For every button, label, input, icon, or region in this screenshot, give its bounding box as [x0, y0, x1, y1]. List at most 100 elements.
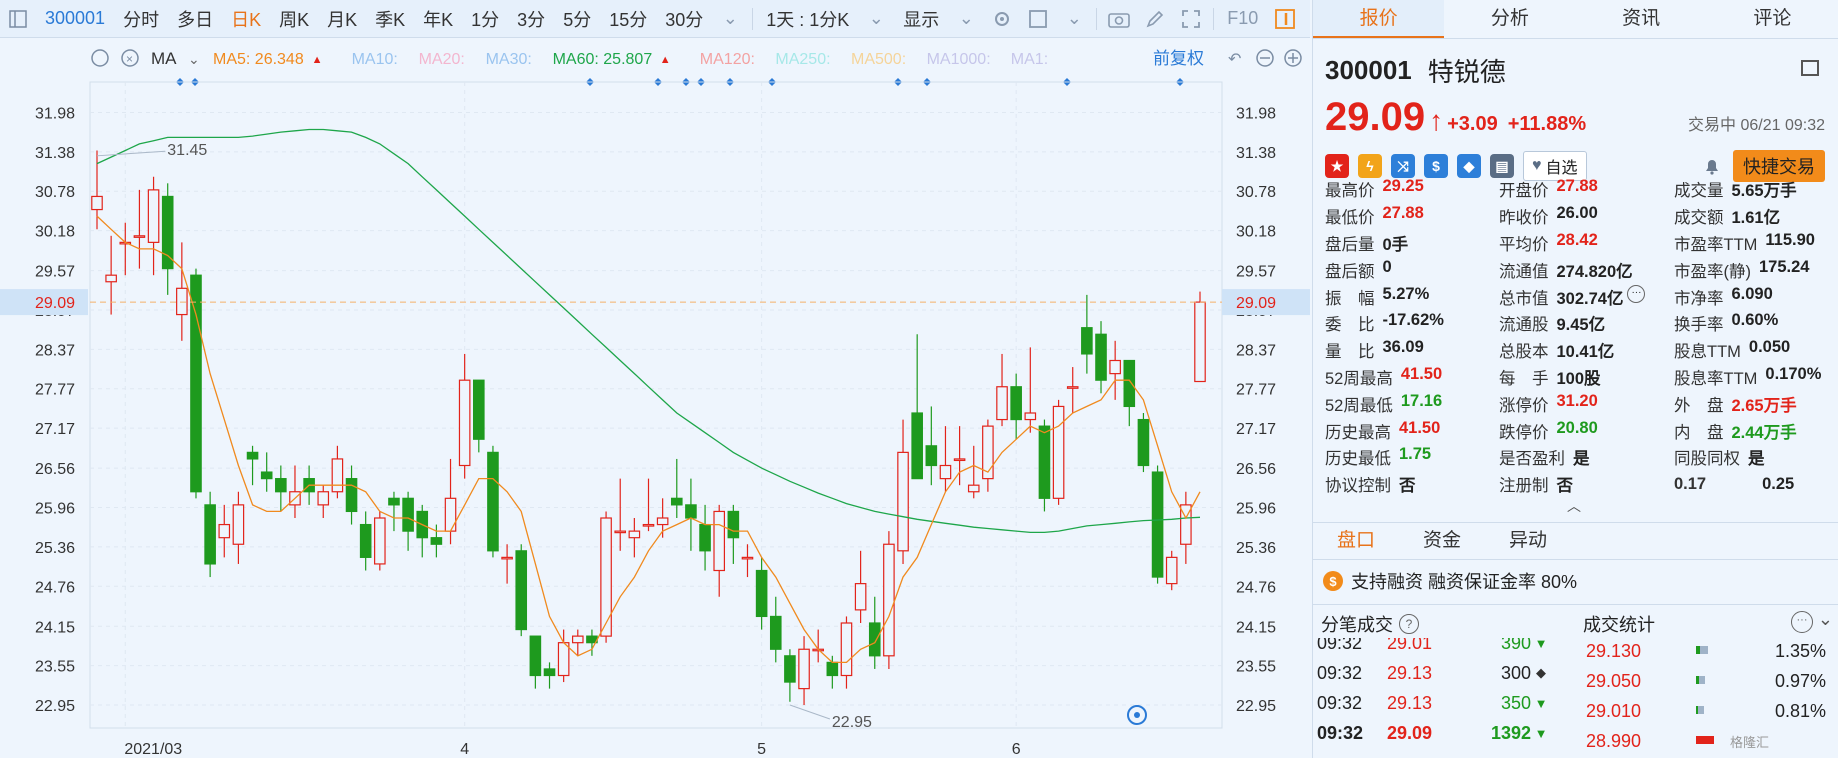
more-icon[interactable]: ··· [1791, 611, 1813, 633]
chevron-down-icon[interactable]: ⌄ [717, 6, 743, 32]
metric-label: 协议控制 [1325, 477, 1391, 496]
tab-3[interactable]: 评论 [1707, 0, 1838, 38]
stat-price: 29.010 [1586, 700, 1642, 721]
help-icon[interactable]: ? [1399, 614, 1419, 634]
ma-legend-item[interactable]: MA1000: [927, 51, 991, 68]
indicator-select[interactable]: MA [151, 49, 177, 68]
panel-toggle-icon[interactable] [1272, 6, 1298, 32]
y-tick-left: 27.17 [35, 421, 75, 438]
ma-legend-item[interactable]: MA30: [486, 51, 532, 68]
min-annotation-line [789, 704, 831, 720]
pen-icon[interactable] [1142, 6, 1168, 32]
dollar-icon[interactable]: $ [1424, 154, 1448, 178]
sub-tab-2[interactable]: 异动 [1485, 523, 1571, 559]
trade-price: 29.13 [1387, 692, 1433, 713]
metric-label: 是否盈利 [1499, 450, 1565, 469]
chevron-down-icon[interactable]: ⌄ [953, 6, 979, 32]
ma-legend-item[interactable]: MA250: [775, 51, 830, 68]
fullscreen-icon[interactable] [1178, 6, 1204, 32]
trade-header: 分笔成交 ? 成交统计 ··· ⌄ [1313, 604, 1838, 639]
shuffle-icon[interactable]: ⤨ [1391, 154, 1415, 178]
stat-pct: 0.97% [1774, 670, 1826, 691]
period-tab-8[interactable]: 3分 [508, 6, 554, 32]
ma-legend-item[interactable]: MA5: 26.348 [213, 51, 304, 68]
camera-icon[interactable] [1106, 6, 1132, 32]
tab-1[interactable]: 分析 [1444, 0, 1575, 38]
metric-cell: 盘后量 0手 [1325, 231, 1499, 255]
stock-name: 特锐德 [1427, 57, 1506, 87]
flag-icon[interactable]: ★ [1325, 154, 1349, 178]
kline-chart[interactable]: × MA ⌄ MA5: 26.348 ▲ MA10: MA20: MA30: MA60: 25.… [0, 38, 1310, 758]
undo-icon[interactable]: ↶ [1228, 51, 1241, 68]
metric-cell: 52周最低 17.16 [1325, 392, 1499, 416]
doc-icon[interactable]: ▤ [1490, 154, 1514, 178]
metric-cell: 协议控制否 [1325, 472, 1499, 496]
period-tab-3[interactable]: 周K [270, 6, 318, 32]
candle-body [473, 379, 485, 440]
y-tick-left: 23.55 [35, 659, 75, 676]
metric-cell: 0.17 0.25 [1674, 475, 1838, 494]
sub-tab-0[interactable]: 盘口 [1313, 523, 1399, 559]
collapse-chevron-icon[interactable]: ︿ [1567, 496, 1581, 516]
metric-value: 1.75 [1399, 445, 1432, 464]
interval-selector[interactable]: 1天 : 1分K [757, 6, 858, 32]
period-tab-10[interactable]: 15分 [600, 6, 656, 32]
period-tab-0[interactable]: 分时 [114, 6, 168, 32]
tick-trades-list[interactable]: 09:32 29.01 390 ▼ 09:32 29.13 300 ◆ 09:32 29.13 35… [1313, 638, 1563, 758]
metric-value: 27.88 [1382, 204, 1424, 223]
gear-icon[interactable] [989, 6, 1015, 32]
metric-cell: 同股同权是 [1674, 445, 1838, 469]
period-tab-5[interactable]: 季K [366, 6, 414, 32]
tag-icon[interactable]: ◆ [1457, 154, 1481, 178]
metric-value: -17.62% [1382, 311, 1444, 330]
candle-body [374, 517, 386, 565]
square-select-icon[interactable] [1025, 6, 1051, 32]
lightning-icon[interactable]: ϟ [1358, 154, 1382, 178]
metric-cell: 平均价 28.42 [1499, 231, 1674, 255]
tab-0[interactable]: 报价 [1313, 0, 1445, 38]
ma-legend-item[interactable]: MA10: [352, 51, 398, 68]
chevron-down-icon[interactable]: ⌄ [863, 6, 889, 32]
tab-2[interactable]: 资讯 [1576, 0, 1707, 38]
period-tab-2[interactable]: 日K [222, 6, 270, 32]
stock-code-label[interactable]: 300001 [36, 8, 114, 29]
bell-icon[interactable] [1700, 154, 1724, 178]
adjust-mode-button[interactable]: 前复权 [1153, 49, 1204, 68]
period-tab-9[interactable]: 5分 [554, 6, 600, 32]
display-menu[interactable]: 显示 [894, 6, 948, 32]
y-tick-left: 30.18 [35, 224, 75, 241]
sidebar-toggle-icon[interactable] [5, 6, 31, 32]
period-tab-4[interactable]: 月K [318, 6, 366, 32]
period-tab-7[interactable]: 1分 [462, 6, 508, 32]
chevron-down-icon[interactable]: ⌄ [1061, 6, 1087, 32]
margin-info: $ 支持融资 融资保证金率 80% [1323, 568, 1577, 594]
sub-tab-1[interactable]: 资金 [1399, 523, 1485, 559]
up-arrow-icon: ▲ [312, 54, 323, 66]
candle-body [529, 635, 542, 677]
ma-legend-item[interactable]: MA1: [1011, 51, 1048, 68]
chevron-down-icon[interactable]: ⌄ [1818, 609, 1833, 630]
trade-volume: 390 [1500, 638, 1531, 653]
f10-button[interactable]: F10 [1218, 8, 1267, 29]
y-tick-left: 25.96 [35, 501, 75, 518]
chevron-down-icon[interactable]: ⌄ [188, 51, 200, 67]
metric-cell: 换手率 0.60% [1674, 311, 1838, 335]
y-tick-right: 30.78 [1236, 184, 1276, 201]
period-tab-6[interactable]: 年K [414, 6, 462, 32]
ma5-line [96, 215, 1201, 664]
ma-legend-item[interactable]: MA20: [419, 51, 465, 68]
period-tab-11[interactable]: 30分 [656, 6, 712, 32]
metric-label: 52周最低 [1325, 396, 1393, 415]
layout-icon[interactable] [1801, 60, 1819, 76]
ma-legend-item[interactable]: MA120: [700, 51, 755, 68]
more-icon[interactable]: ··· [1627, 284, 1646, 303]
ma-legend-item[interactable]: MA500: [851, 51, 906, 68]
period-tab-1[interactable]: 多日 [168, 6, 222, 32]
trade-stats-list[interactable]: 29.130 1.35% 29.050 0.97% 29.010 0.81% 28.990 [1578, 638, 1838, 758]
metric-row: 委 比 -17.62% 流通股 9.45亿 换手率 0.60% [1325, 310, 1838, 337]
ma-legend-item[interactable]: MA60: 25.807 [553, 51, 653, 68]
metric-value: 0.170% [1765, 364, 1822, 383]
candle-body [331, 458, 344, 493]
y-tick-right: 25.96 [1236, 501, 1276, 518]
stats-title: 成交统计 [1583, 615, 1655, 635]
